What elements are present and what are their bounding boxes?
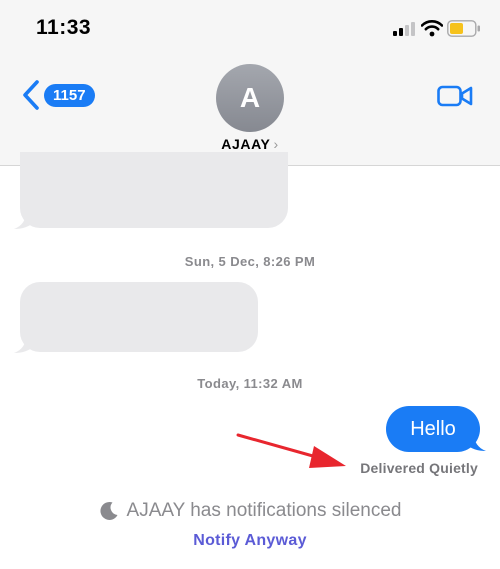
message-timestamp: Sun, 5 Dec, 8:26 PM [184, 254, 316, 269]
message-timestamp: Today, 11:32 AM [197, 376, 303, 391]
notifications-silenced-notice: AJAAY has notifications silenced [0, 500, 500, 522]
bubble-tail [14, 336, 34, 353]
contact-avatar[interactable]: A [216, 64, 284, 132]
bubble-tail [466, 434, 486, 451]
incoming-message-bubble[interactable] [20, 282, 258, 352]
notify-anyway-button[interactable]: Notify Anyway [0, 532, 500, 550]
incoming-message-bubble[interactable] [20, 152, 288, 228]
chevron-right-icon: › [273, 136, 279, 152]
wifi-icon [421, 20, 443, 37]
battery-icon [447, 20, 480, 37]
bubble-tail [14, 212, 34, 229]
moon-icon [99, 501, 118, 520]
back-chevron-icon [23, 80, 39, 110]
contact-name: AJAAY [221, 136, 271, 152]
annotation-arrow [236, 433, 346, 468]
delivery-status: Delivered Quietly [360, 460, 478, 476]
video-call-icon[interactable] [437, 84, 473, 108]
silenced-text: AJAAY has notifications silenced [126, 500, 402, 521]
back-button[interactable]: 1157 [22, 80, 95, 110]
unread-count-badge: 1157 [44, 83, 95, 107]
status-time: 11:33 [36, 16, 92, 39]
contact-name-button[interactable]: AJAAY › [0, 136, 500, 152]
signal-icon [393, 22, 415, 36]
